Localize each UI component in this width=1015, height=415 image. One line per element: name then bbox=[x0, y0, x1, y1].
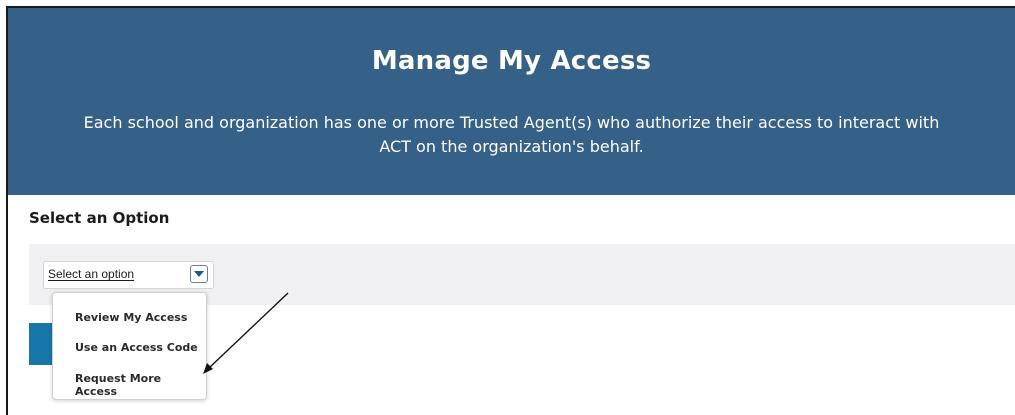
annotation-arrow bbox=[203, 292, 289, 374]
annotation-arrow-head bbox=[203, 363, 213, 374]
